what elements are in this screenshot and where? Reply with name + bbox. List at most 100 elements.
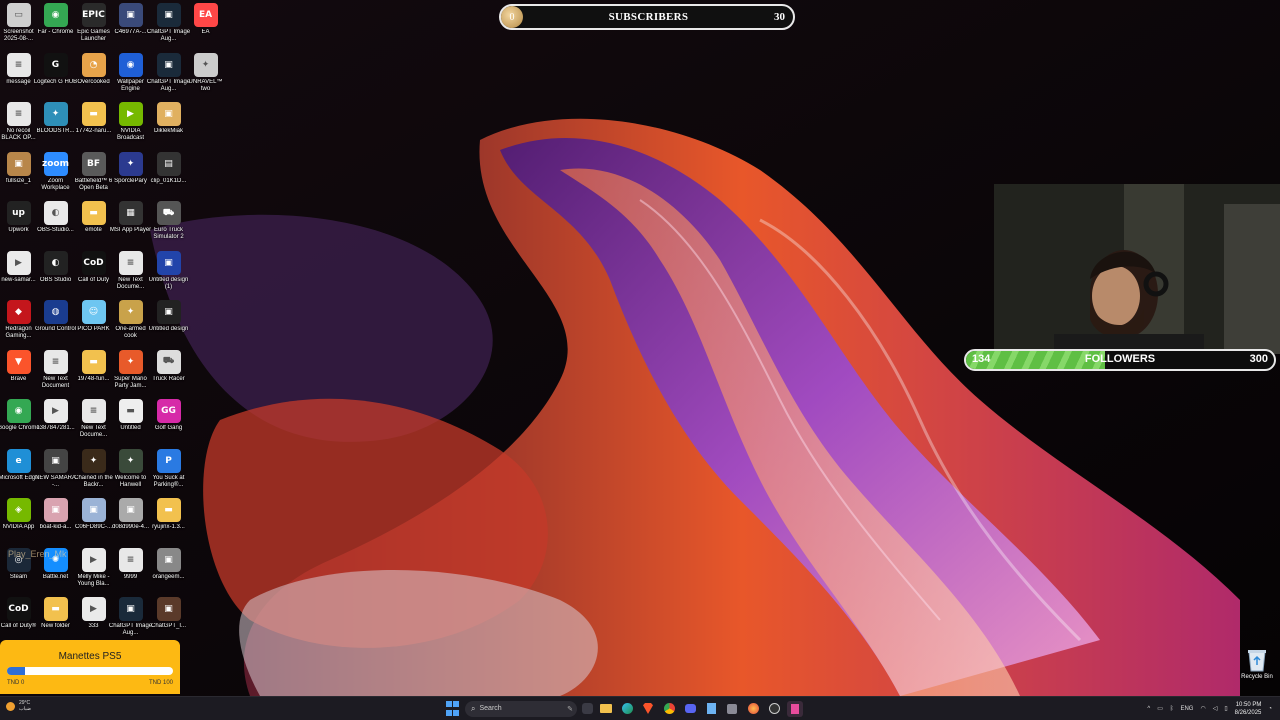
desktop-icon[interactable]: ◈ NVIDIA App (0, 498, 37, 546)
desktop-icon[interactable]: ▶ NVIDIA Broadcast (112, 102, 149, 150)
overcooked-icon: ◔ (81, 52, 106, 77)
taskbar-clock[interactable]: 10:50 PM 8/26/2025 (1235, 701, 1262, 717)
desktop-icon[interactable]: CoD Call of Duty® (0, 597, 37, 645)
desktop-icon[interactable]: CoD Call of Duty (75, 250, 112, 299)
desktop-icon[interactable]: ▣ ChatGPT Image Aug... (109, 597, 152, 645)
desktop-icon-label: Truck Racer (152, 375, 185, 382)
bluetooth-tray-icon[interactable]: ᛒ (1170, 706, 1174, 712)
desktop-icon[interactable]: GG Golf Gang (150, 399, 187, 447)
edge-icon[interactable] (619, 701, 635, 717)
text-file-icon: ≡ (6, 102, 31, 126)
desktop-icon[interactable]: ▣ ChatGPT Image Aug... (147, 52, 190, 101)
desktop-icon-label: Untitled design (1) (148, 276, 189, 290)
desktop-icon[interactable]: ✦ BLOODSTR... (36, 102, 75, 150)
streamlabs-icon[interactable] (787, 700, 803, 717)
desktop-icon[interactable]: ▶ 1387847281... (36, 399, 75, 447)
taskbar-search-box[interactable]: ⌕ Search ✎ (465, 700, 577, 717)
desktop-icon[interactable]: ▤ clip_01K1D... (150, 151, 187, 200)
desktop-icon[interactable]: ✦ Super Mario Party Jam... (112, 349, 149, 398)
desktop-icon[interactable]: ≡ message (0, 52, 37, 101)
desktop-icon[interactable]: ▣ d08d990e-4... (112, 498, 149, 546)
recycle-bin-icon[interactable]: Recycle Bin (1240, 648, 1274, 680)
desktop-icon[interactable]: ▬ Untitled (112, 399, 149, 447)
desktop-icon[interactable]: ◆ Redragon Gaming... (0, 300, 37, 348)
desktop-icon[interactable]: ▦ MSI App Player (110, 201, 151, 249)
notifications-icon[interactable]: ◔ (1268, 706, 1272, 712)
desktop-icon[interactable]: EA EA (187, 3, 224, 51)
desktop-icon[interactable]: ▬ 17742-naru... (75, 102, 112, 150)
desktop-icon[interactable]: ▣ fullsize_1 (0, 151, 37, 200)
task-view-icon[interactable] (582, 703, 593, 714)
desktop-icon[interactable]: ☺ PICO PARK (75, 300, 112, 348)
desktop-icon[interactable]: ▼ Brave (0, 349, 37, 398)
desktop-icon[interactable]: ◉ Far - Chrome (37, 3, 74, 51)
battery-icon[interactable]: ▯ (1224, 705, 1227, 712)
upwork-icon: up (6, 201, 31, 225)
notepad-icon[interactable] (703, 701, 719, 717)
desktop-icon[interactable]: G Logitech G HUB (34, 52, 77, 101)
text-file-icon: ≡ (118, 250, 143, 275)
desktop-icon[interactable]: ▣ C46977A-... (112, 3, 149, 51)
brave-icon[interactable] (640, 701, 656, 717)
desktop-icon[interactable]: ≡ No recoil BLACK OP... (0, 102, 37, 150)
start-button[interactable] (444, 701, 460, 717)
desktop-icon[interactable]: BF Battlefield™ 6 Open Beta (75, 151, 112, 200)
desktop-icon[interactable]: ◐ OBS-Studio... (37, 201, 74, 249)
firefox-icon[interactable] (745, 701, 761, 717)
desktop-icon[interactable]: ▣ NEW SAMARA -... (35, 448, 76, 497)
desktop-icon[interactable]: e Microsoft Edge (0, 448, 39, 497)
network-tray-icon[interactable]: ▭ (1157, 705, 1163, 712)
desktop-icon[interactable]: ▬ emote (75, 201, 112, 249)
desktop-icon[interactable]: ✦ Welcome to Hanwell (112, 448, 149, 497)
image-file-icon: ▣ (118, 3, 143, 27)
desktop-icon[interactable]: ▣ DiklekMiak (150, 102, 187, 150)
text-file-icon: ≡ (81, 399, 106, 423)
desktop-icon[interactable]: ▶ 333 (75, 597, 112, 645)
desktop-icon[interactable]: ▣ ChatGPT_I... (150, 597, 187, 645)
wifi-icon[interactable]: ◠ (1200, 705, 1205, 712)
desktop-icon-label: Untitled design (148, 326, 189, 332)
desktop-icon[interactable]: ✦ UNRAVEL™ two (187, 52, 224, 101)
settings-icon[interactable] (724, 701, 740, 717)
chevron-up-icon[interactable]: ^ (1147, 706, 1150, 712)
truck-racer-icon: ⛟ (156, 349, 181, 374)
desktop-icon[interactable]: ◐ OBS Studio (37, 250, 74, 299)
desktop-icon[interactable]: up Upwork (0, 201, 37, 249)
folder-icon: ▬ (81, 102, 106, 126)
desktop-icon[interactable]: ▬ ryujinx-1.3... (150, 498, 187, 546)
desktop-icon[interactable]: EPIC Epic Games Launcher (75, 3, 112, 51)
desktop-icon[interactable]: ▶ new-samar... (0, 250, 37, 299)
desktop-icon[interactable]: ▬ New folder (37, 597, 74, 645)
desktop-icon[interactable]: ▶ Melly Mike - Young Bla... (75, 547, 112, 596)
chrome-icon[interactable] (661, 701, 677, 717)
desktop-icon[interactable]: ▣ C06FD89C-... (75, 498, 112, 546)
desktop-icon[interactable]: ≡ New Text Document (37, 349, 74, 398)
desktop-icon[interactable]: ▣ Untitled design (1) (149, 250, 188, 299)
desktop-icon[interactable]: ✦ SporclePary (112, 151, 149, 200)
desktop-icon[interactable]: ⛟ Truck Racer (150, 349, 187, 398)
file-explorer-icon[interactable] (598, 701, 614, 717)
desktop-icon[interactable]: ◍ Ground Control (35, 300, 76, 348)
desktop-icon[interactable]: ▣ orangeem... (150, 547, 187, 596)
language-indicator[interactable]: ENG (1180, 706, 1193, 712)
desktop-icon[interactable]: ▬ 19748-fun... (75, 349, 112, 398)
desktop-icon[interactable]: ✦ Chained in the Backr... (74, 448, 113, 497)
volume-icon[interactable]: ◁ (1213, 705, 1218, 712)
obs-icon[interactable] (766, 701, 782, 717)
desktop-icon[interactable]: ◉ Google Chrome (0, 399, 40, 447)
desktop-icon[interactable]: ▣ boat-kid-a... (37, 498, 74, 546)
desktop-icon[interactable]: ≡ New Text Docume... (112, 250, 149, 299)
desktop-icon[interactable]: ≡ New Text Docume... (75, 399, 112, 447)
desktop-icon[interactable]: ▭ Screenshot 2025-08-... (0, 3, 37, 51)
desktop-icon[interactable]: ≡ 9999 (112, 547, 149, 596)
desktop-icon[interactable]: ◉ Wallpaper Engine (112, 52, 149, 101)
weather-widget[interactable]: 29°C ضباب (6, 700, 31, 712)
desktop-icon[interactable]: ✦ One-armed cook (112, 300, 149, 348)
desktop-icon[interactable]: ▣ ChatGPT Image Aug... (147, 3, 190, 51)
desktop-icon[interactable]: ▣ Untitled design (149, 300, 188, 348)
desktop-icon[interactable]: zoom Zoom Workplace (37, 151, 74, 200)
desktop-icon[interactable]: ◔ Overcooked (75, 52, 112, 101)
discord-icon[interactable] (682, 701, 698, 717)
desktop-icon[interactable]: ⛟ Euro Truck Simulator 2 (150, 201, 187, 249)
desktop-icon[interactable]: P You Suck at Parking®... (150, 448, 187, 497)
